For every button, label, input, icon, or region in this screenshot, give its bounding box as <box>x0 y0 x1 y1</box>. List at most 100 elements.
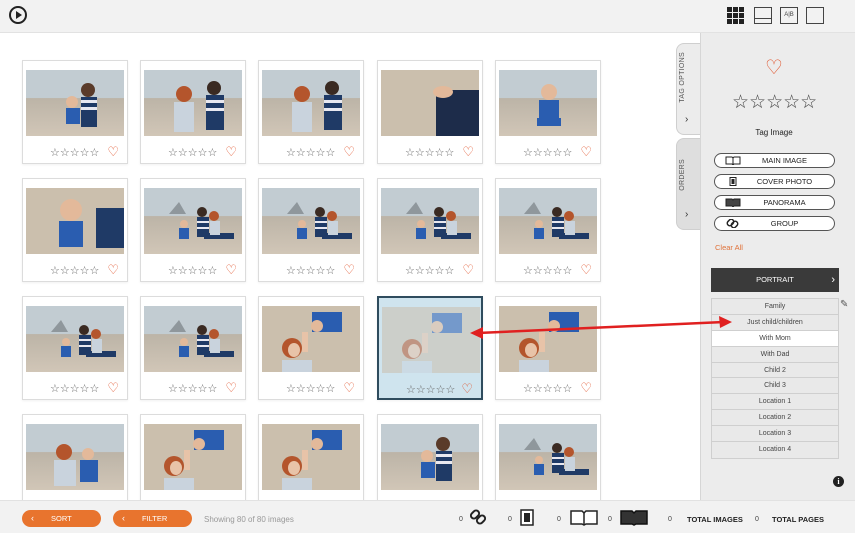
photo-card[interactable] <box>495 414 601 500</box>
ab-compare-icon[interactable]: A|B <box>780 7 798 24</box>
play-circle-icon[interactable] <box>9 6 27 24</box>
tag-item-with-mom[interactable]: With Mom <box>712 330 838 347</box>
heart-icon[interactable]: ♡ <box>343 381 355 394</box>
heart-icon[interactable]: ♡ <box>580 145 592 158</box>
photo-rating-stars[interactable]: ☆☆☆☆☆ <box>50 148 99 159</box>
heart-icon[interactable]: ♡ <box>225 145 237 158</box>
filter-button[interactable]: ‹ FILTER <box>113 510 192 527</box>
heart-icon[interactable]: ♡ <box>343 263 355 276</box>
photo-card[interactable]: ☆☆☆☆☆ ♡ <box>140 60 246 164</box>
tag-item-family[interactable]: Family <box>712 299 838 315</box>
photo-thumbnail[interactable] <box>381 188 479 254</box>
photo-thumbnail[interactable] <box>262 424 360 490</box>
photo-thumbnail[interactable] <box>144 188 242 254</box>
info-icon[interactable]: i <box>833 476 844 487</box>
photo-thumbnail[interactable] <box>144 424 242 490</box>
photo-rating-stars[interactable]: ☆☆☆☆☆ <box>523 266 572 277</box>
photo-rating-stars[interactable]: ☆☆☆☆☆ <box>50 266 99 277</box>
photo-card-selected[interactable]: ☆☆☆☆☆ ♡ <box>377 296 483 400</box>
photo-thumbnail[interactable] <box>499 424 597 490</box>
tag-item-location-4[interactable]: Location 4 <box>712 442 838 458</box>
sort-button[interactable]: ‹ SORT <box>22 510 101 527</box>
photo-card[interactable]: ☆☆☆☆☆ ♡ <box>377 178 483 282</box>
photo-thumbnail[interactable] <box>26 424 124 490</box>
photo-rating-stars[interactable]: ☆☆☆☆☆ <box>168 384 217 395</box>
rating-stars[interactable]: ☆☆☆☆☆ <box>732 93 817 113</box>
grid-view-icon[interactable] <box>727 7 744 24</box>
photo-card[interactable]: ☆☆☆☆☆ ♡ <box>495 178 601 282</box>
tag-item-with-dad[interactable]: With Dad <box>712 347 838 363</box>
photo-thumbnail[interactable] <box>262 188 360 254</box>
photo-card[interactable]: ☆☆☆☆☆ ♡ <box>140 178 246 282</box>
heart-icon[interactable]: ♡ <box>461 382 473 395</box>
photo-card[interactable]: ☆☆☆☆☆ ♡ <box>22 178 128 282</box>
photo-card[interactable] <box>140 414 246 500</box>
tag-item-location-3[interactable]: Location 3 <box>712 426 838 443</box>
photo-thumbnail[interactable] <box>144 306 242 372</box>
heart-icon[interactable]: ♡ <box>580 381 592 394</box>
photo-thumbnail[interactable] <box>499 306 597 372</box>
photo-rating-stars[interactable]: ☆☆☆☆☆ <box>405 266 454 277</box>
photo-rating-stars[interactable]: ☆☆☆☆☆ <box>405 148 454 159</box>
photo-card[interactable] <box>22 414 128 500</box>
tag-item-location-2[interactable]: Location 2 <box>712 410 838 427</box>
photo-card[interactable]: ☆☆☆☆☆ ♡ <box>140 296 246 400</box>
photo-thumbnail[interactable] <box>144 70 242 136</box>
cover-photo-button[interactable]: COVER PHOTO <box>714 174 835 189</box>
photo-card[interactable]: ☆☆☆☆☆ ♡ <box>495 60 601 164</box>
photo-rating-stars[interactable]: ☆☆☆☆☆ <box>50 384 99 395</box>
tab-tag-options[interactable]: TAG OPTIONS › <box>676 43 700 135</box>
heart-icon[interactable]: ♡ <box>462 263 474 276</box>
photo-rating-stars[interactable]: ☆☆☆☆☆ <box>523 148 572 159</box>
photo-thumbnail[interactable] <box>26 188 124 254</box>
heart-icon[interactable]: ♡ <box>462 145 474 158</box>
tag-item-child-3[interactable]: Child 3 <box>712 378 838 395</box>
photo-rating-stars[interactable]: ☆☆☆☆☆ <box>406 385 455 396</box>
heart-icon[interactable]: ♡ <box>107 263 119 276</box>
group-button[interactable]: GROUP <box>714 216 835 231</box>
photo-card[interactable] <box>258 414 364 500</box>
pencil-icon[interactable]: ✎ <box>840 299 848 310</box>
photo-rating-stars[interactable]: ☆☆☆☆☆ <box>168 266 217 277</box>
photo-rating-stars[interactable]: ☆☆☆☆☆ <box>286 266 335 277</box>
heart-icon[interactable]: ♡ <box>343 145 355 158</box>
photo-thumbnail[interactable] <box>262 306 360 372</box>
main-image-button[interactable]: MAIN IMAGE <box>714 153 835 168</box>
photo-card[interactable]: ☆☆☆☆☆ ♡ <box>22 60 128 164</box>
photo-card[interactable] <box>377 414 483 500</box>
photo-rating-stars[interactable]: ☆☆☆☆☆ <box>286 384 335 395</box>
tag-item-just-child-children[interactable]: Just child/children <box>712 315 838 331</box>
heart-icon[interactable]: ♡ <box>107 381 119 394</box>
spread-view-icon[interactable] <box>754 7 772 24</box>
panorama-button[interactable]: PANORAMA <box>714 195 835 210</box>
heart-icon[interactable]: ♡ <box>580 263 592 276</box>
photo-thumbnail[interactable] <box>381 70 479 136</box>
tab-orders[interactable]: ORDERS › <box>676 138 700 230</box>
photo-card[interactable]: ☆☆☆☆☆ ♡ <box>377 60 483 164</box>
heart-icon[interactable]: ♡ <box>225 381 237 394</box>
photo-thumbnail[interactable] <box>26 70 124 136</box>
heart-icon[interactable]: ♡ <box>225 263 237 276</box>
tag-item-location-1[interactable]: Location 1 <box>712 394 838 411</box>
photo-card[interactable]: ☆☆☆☆☆ ♡ <box>495 296 601 400</box>
photo-rating-stars[interactable]: ☆☆☆☆☆ <box>168 148 217 159</box>
heart-icon[interactable]: ♡ <box>107 145 119 158</box>
photo-thumbnail[interactable] <box>382 307 480 373</box>
favorite-heart-icon[interactable]: ♡ <box>765 58 783 78</box>
photo-rating-stars[interactable]: ☆☆☆☆☆ <box>523 384 572 395</box>
photo-card[interactable]: ☆☆☆☆☆ ♡ <box>258 60 364 164</box>
photo-card[interactable]: ☆☆☆☆☆ ♡ <box>258 296 364 400</box>
single-view-icon[interactable] <box>806 7 824 24</box>
photo-card[interactable]: ☆☆☆☆☆ ♡ <box>22 296 128 400</box>
tag-item-child-2[interactable]: Child 2 <box>712 363 838 379</box>
photo-thumbnail[interactable] <box>499 188 597 254</box>
photo-thumbnail[interactable] <box>381 424 479 490</box>
photo-rating-stars[interactable]: ☆☆☆☆☆ <box>286 148 335 159</box>
photo-card[interactable]: ☆☆☆☆☆ ♡ <box>258 178 364 282</box>
photo-thumbnail[interactable] <box>26 306 124 372</box>
tab-orders-label: ORDERS <box>679 159 686 191</box>
photo-thumbnail[interactable] <box>262 70 360 136</box>
clear-all-link[interactable]: Clear All <box>715 243 743 252</box>
photo-thumbnail[interactable] <box>499 70 597 136</box>
portrait-button[interactable]: PORTRAIT › <box>711 268 839 292</box>
